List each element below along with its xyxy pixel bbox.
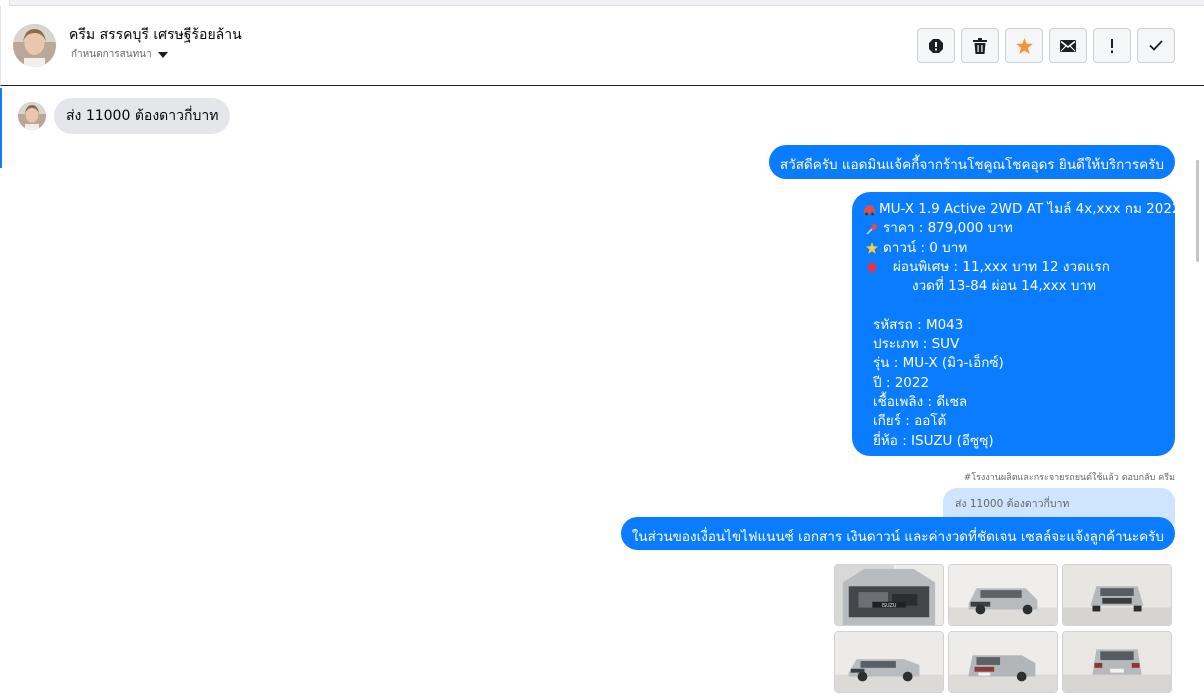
conversation-settings-dropdown[interactable]: กำหนดการสนทนา [71, 47, 168, 62]
report-icon [929, 38, 943, 53]
outgoing-bubble-car-details[interactable]: MU-X 1.9 Active 2WD AT ไมล์ 4x,xxx กม 20… [852, 192, 1181, 456]
car-engine-photo[interactable]: ISUZU [834, 564, 944, 626]
detail-down-line: ดาวน์ : 0 บาท [863, 239, 1164, 258]
star-icon [1015, 37, 1033, 54]
detail-spacer [863, 296, 1164, 315]
sender-avatar[interactable] [18, 102, 46, 130]
contact-name[interactable]: ครีม สรรคบุรี เศรษฐีร้อยล้าน [69, 24, 242, 46]
svg-text:ISUZU: ISUZU [882, 603, 897, 609]
chevron-down-icon [157, 51, 168, 58]
incoming-bubble[interactable]: ส่ง 11000 ต้องดาวกี่บาท [54, 98, 231, 134]
report-button[interactable] [917, 28, 955, 63]
detail-type: ประเภท : SUV [873, 336, 960, 353]
detail-price: ราคา : 879,000 บาท [883, 220, 1013, 237]
detail-brand: ยี่ห้อ : ISUZU (อีซูซุ) [873, 432, 994, 449]
check-icon [1149, 40, 1163, 51]
action-toolbar [917, 28, 1175, 63]
star-button[interactable] [1005, 28, 1043, 63]
pin-icon [863, 222, 880, 236]
reply-context-note: #โรงงานผลิตและกระจายรถยนต์ใช้แล้ว ตอบกลั… [963, 473, 1175, 483]
detail-model: รุ่น : MU-X (มิว-เอ็กซ์) [873, 355, 1004, 372]
messenger-window: ครีม สรรคบุรี เศรษฐีร้อยล้าน กำหนดการสนท… [0, 0, 1204, 700]
car-front-photo[interactable] [1062, 564, 1172, 626]
detail-special-2: งวดที่ 13-84 ผ่อน 14,xxx บาท [912, 278, 1096, 295]
outgoing-bubble-greeting[interactable]: สวัสดีครับ แอดมินแจ้คกี้จากร้านโชคูณโชคอ… [768, 145, 1175, 179]
thread-accent-bar [0, 88, 2, 168]
mail-icon [1060, 39, 1076, 52]
car-side-photo[interactable] [834, 631, 944, 693]
car-front-left-photo[interactable] [948, 564, 1058, 626]
trash-icon [973, 37, 987, 54]
mark-done-button[interactable] [1137, 28, 1175, 63]
mail-button[interactable] [1049, 28, 1087, 63]
detail-gear: เกียร์ : ออโต้ [873, 413, 947, 430]
detail-code: รหัสรถ : M043 [873, 316, 964, 333]
detail-fuel: เชื้อเพลิง : ดีเซล [873, 393, 968, 410]
important-button[interactable] [1093, 28, 1131, 63]
conversation-header: ครีม สรรคบุรี เศรษฐีร้อยล้าน กำหนดการสนท… [0, 6, 1204, 86]
outgoing-bubble-finance[interactable]: ในส่วนของเงื่อนไขไฟแนนซ์ เอกสาร เงินดาวน… [620, 517, 1175, 550]
star-emoji-icon [863, 241, 880, 255]
important-icon [1111, 38, 1113, 53]
detail-special-line: ผ่อนพิเศษ : 11,xxx บาท 12 งวดแรก [863, 258, 1164, 277]
detail-special: ผ่อนพิเศษ : 11,xxx บาท 12 งวดแรก [893, 258, 1110, 275]
scrollbar-thumb[interactable] [1196, 160, 1199, 262]
car-icon [863, 203, 876, 217]
detail-price-line: ราคา : 879,000 บาท [863, 219, 1164, 238]
detail-down: ดาวน์ : 0 บาท [883, 239, 968, 256]
detail-title: MU-X 1.9 Active 2WD AT ไมล์ 4x,xxx กม 20… [879, 201, 1181, 217]
delete-button[interactable] [961, 28, 999, 63]
conversation-settings-label: กำหนดการสนทนา [71, 49, 152, 60]
contact-avatar[interactable] [13, 24, 56, 67]
incoming-message: ส่ง 11000 ต้องดาวกี่บาท [18, 98, 231, 134]
car-rear-photo[interactable] [1062, 631, 1172, 693]
car-rear-left-photo[interactable] [948, 631, 1058, 693]
detail-year: ปี : 2022 [873, 374, 930, 391]
diamond-icon [863, 260, 880, 275]
detail-title-line: MU-X 1.9 Active 2WD AT ไมล์ 4x,xxx กม 20… [863, 200, 1181, 219]
photo-gallery: ISUZU [834, 564, 1174, 693]
